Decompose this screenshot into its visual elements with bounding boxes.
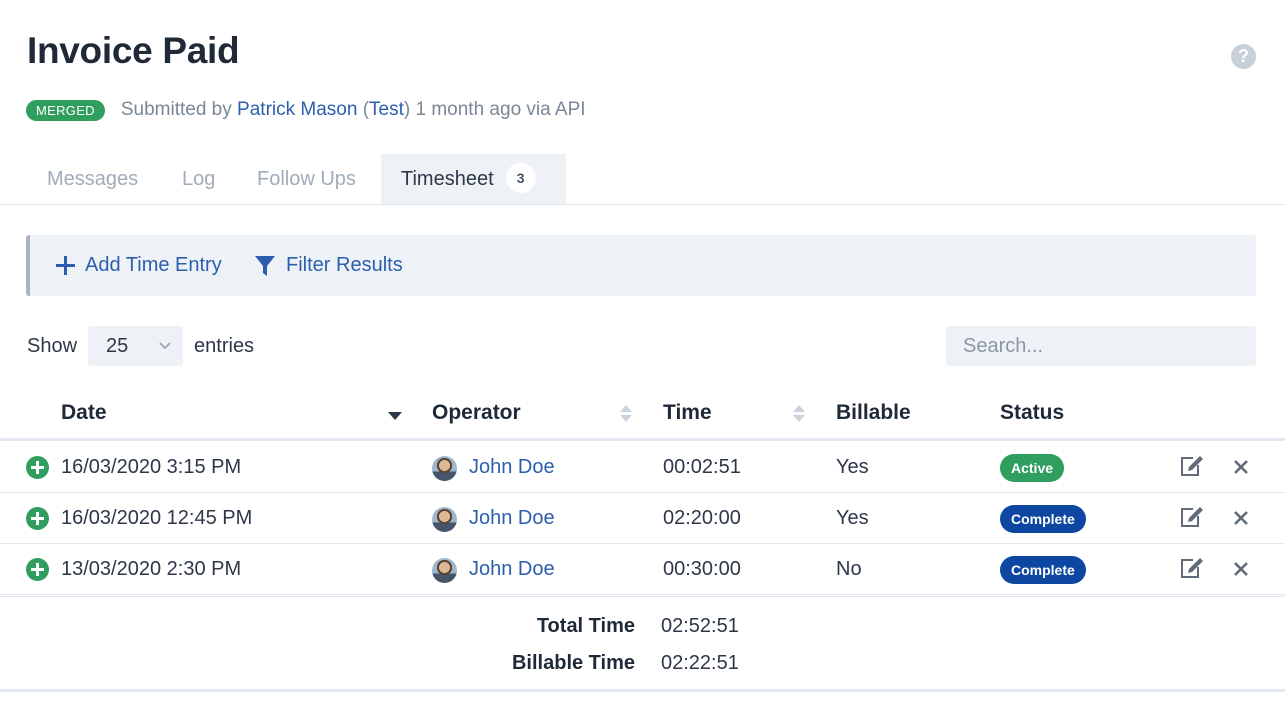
submission-meta: MERGED Submitted by Patrick Mason ( Test…: [26, 97, 586, 123]
cell-time: 00:30:00: [663, 558, 741, 580]
edit-icon[interactable]: [1180, 455, 1204, 477]
timesheet-toolbar: Add Time Entry Filter Results: [26, 235, 1256, 296]
filter-results-button[interactable]: Filter Results: [254, 235, 403, 296]
submitted-by-text: Submitted by: [120, 99, 232, 120]
column-header-billable: Billable: [836, 401, 911, 424]
avatar: [432, 557, 457, 583]
billable-time-value: 02:22:51: [661, 652, 739, 674]
entries-label: entries: [194, 334, 255, 357]
table-header: Date Operator Time Billable Status: [0, 388, 1285, 441]
table-row: 16/03/2020 3:15 PM John Doe 00:02:51 Yes…: [0, 442, 1285, 493]
cell-billable: No: [836, 558, 862, 580]
column-header-date[interactable]: Date: [61, 388, 107, 438]
delete-icon[interactable]: [1234, 511, 1248, 525]
edit-icon[interactable]: [1180, 557, 1204, 579]
cell-billable: Yes: [836, 456, 869, 478]
page-size-control: Show 25 entries: [27, 326, 254, 366]
tab-timesheet[interactable]: Timesheet 3: [381, 154, 566, 204]
page-size-value: 25: [106, 334, 129, 357]
question-circle-icon[interactable]: ?: [1231, 44, 1256, 69]
cell-time: 00:02:51: [663, 456, 741, 478]
cell-date: 16/03/2020 3:15 PM: [61, 456, 242, 478]
organisation-link[interactable]: Test: [369, 99, 404, 121]
table-row: 16/03/2020 12:45 PM John Doe 02:20:00 Ye…: [0, 493, 1285, 544]
page-title: Invoice Paid: [27, 30, 240, 71]
table-row: 13/03/2020 2:30 PM John Doe 00:30:00 No …: [0, 544, 1285, 595]
cell-operator: John Doe: [432, 442, 555, 492]
expand-row-icon[interactable]: [26, 507, 49, 530]
tab-timesheet-label: Timesheet: [401, 168, 494, 190]
filter-results-label: Filter Results: [286, 254, 403, 276]
show-label: Show: [27, 334, 78, 357]
sort-icon[interactable]: [792, 404, 806, 423]
status-badge: Complete: [1000, 505, 1086, 533]
edit-icon[interactable]: [1180, 506, 1204, 528]
avatar: [432, 455, 457, 481]
column-header-operator[interactable]: Operator: [432, 388, 521, 438]
plus-icon: [56, 256, 75, 275]
filter-icon: [255, 255, 275, 276]
tab-messages[interactable]: Messages: [47, 154, 138, 204]
submitted-time-text: 1 month ago via API: [415, 99, 586, 120]
column-header-time[interactable]: Time: [663, 388, 712, 438]
tab-follow-ups[interactable]: Follow Ups: [257, 154, 356, 204]
submitter-link[interactable]: Patrick Mason: [237, 99, 357, 121]
operator-link[interactable]: John Doe: [469, 493, 555, 543]
column-header-status: Status: [1000, 401, 1065, 424]
status-badge: Active: [1000, 454, 1065, 482]
delete-icon[interactable]: [1234, 460, 1248, 474]
add-time-entry-button[interactable]: Add Time Entry: [56, 235, 222, 296]
add-time-entry-label: Add Time Entry: [85, 254, 222, 276]
page-size-select[interactable]: 25: [88, 326, 184, 366]
billable-time-label: Billable Time: [511, 652, 635, 674]
expand-row-icon[interactable]: [26, 558, 49, 581]
ticket-tabs: Messages Log Follow Ups Timesheet 3: [0, 154, 1285, 205]
total-time-label: Total Time: [536, 615, 635, 637]
delete-icon[interactable]: [1234, 562, 1248, 576]
tab-log[interactable]: Log: [182, 154, 215, 204]
cell-operator: John Doe: [432, 493, 555, 543]
cell-time: 02:20:00: [663, 507, 741, 529]
operator-link[interactable]: John Doe: [469, 442, 555, 492]
sort-icon[interactable]: [619, 404, 633, 423]
status-badge-merged: MERGED: [26, 99, 105, 121]
total-time-value: 02:52:51: [661, 615, 739, 637]
search-input[interactable]: [946, 326, 1256, 366]
operator-link[interactable]: John Doe: [469, 544, 555, 594]
sort-descending-icon[interactable]: [388, 412, 402, 421]
cell-date: 16/03/2020 12:45 PM: [61, 507, 253, 529]
tab-count-badge: 3: [505, 162, 536, 193]
cell-date: 13/03/2020 2:30 PM: [61, 558, 242, 580]
chevron-down-icon: [159, 342, 171, 350]
timesheet-totals: Total Time 02:52:51 Billable Time 02:22:…: [0, 596, 1285, 692]
avatar: [432, 506, 457, 532]
cell-operator: John Doe: [432, 544, 555, 594]
cell-billable: Yes: [836, 507, 869, 529]
expand-row-icon[interactable]: [26, 456, 49, 479]
status-badge: Complete: [1000, 556, 1086, 584]
